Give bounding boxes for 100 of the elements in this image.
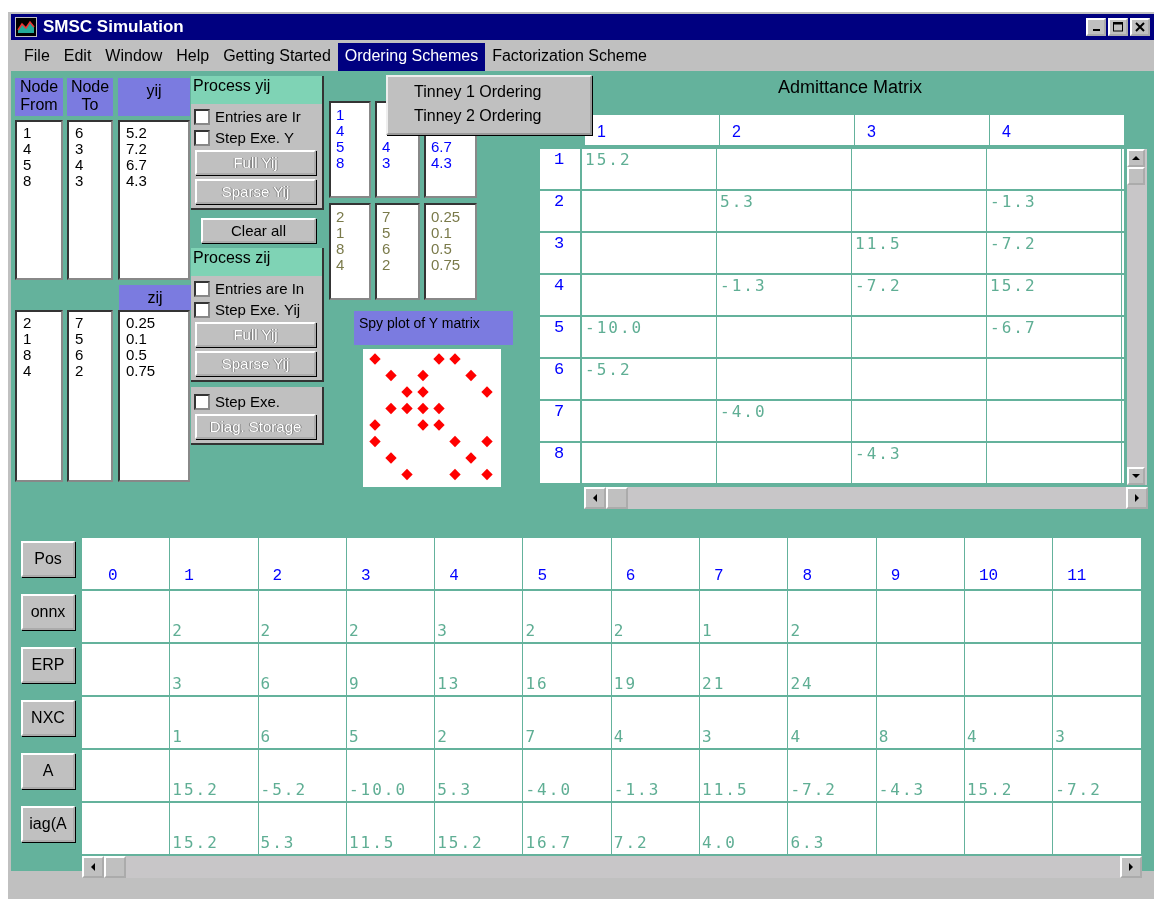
scrollbar-thumb[interactable] [104,856,126,878]
table-cell: 3 [172,674,184,693]
list-item: 0.1 [126,331,148,347]
table-cell: -4.0 [525,780,572,799]
plot-point [449,468,461,481]
list-item: 2 [23,315,33,331]
list-box[interactable]: 1 4 5 8 [329,101,371,198]
minimize-button[interactable] [1086,18,1106,36]
list-box[interactable]: 6 3 4 3 [67,120,113,280]
table-cell: 4 [790,727,802,746]
row-button[interactable]: A [21,753,75,789]
list-item: 4 [336,123,346,139]
list-box[interactable]: 7 5 6 2 [375,203,420,300]
scrollbar-thumb[interactable] [606,487,628,509]
column-header: 10 [977,567,999,587]
menu-item[interactable]: Getting Started [216,43,338,71]
checkbox[interactable] [194,280,210,297]
table-cell: -4.0 [720,402,767,421]
list-item: 5 [382,225,392,241]
menu-item[interactable]: File [17,43,57,71]
row-button[interactable]: iag(A [21,806,75,842]
column-header: Node To [67,78,113,116]
table-cell: 5 [348,727,361,746]
list-box[interactable]: 2 1 8 4 [15,310,63,482]
table-cell: 7.2 [613,833,649,852]
table-cell: 13 [437,674,461,693]
menu-item[interactable]: Factorization Scheme [485,43,654,71]
scroll-right-button[interactable] [1126,487,1148,509]
scroll-up-button[interactable] [1127,149,1145,167]
list-box[interactable]: 2 1 8 4 [329,203,371,300]
table-cell: 15.2 [172,833,219,852]
list-item: 0.75 [431,257,462,273]
checkbox[interactable] [194,108,210,125]
row-button[interactable]: onnx [21,594,75,630]
row-button[interactable]: ERP [21,647,75,683]
scroll-left-button[interactable] [584,487,606,509]
horizontal-scrollbar[interactable] [584,487,1148,509]
table-cell: 2 [613,621,626,640]
checkbox[interactable] [194,393,210,410]
plot-point [369,353,381,365]
table-cell: 1 [172,727,184,746]
list-item: 8 [23,173,33,189]
list-item: 4 [336,257,346,273]
list-box[interactable]: 7 5 6 2 [67,310,113,482]
plot-point [369,419,381,431]
list-item: 5 [336,139,346,155]
row-button[interactable]: Pos [21,541,75,577]
app-icon [15,17,37,37]
scroll-left-button[interactable] [82,856,104,878]
list-item: 3 [382,155,392,171]
list-box[interactable]: 0.25 0.1 0.5 0.75 [424,203,477,300]
list-item: 7.2 [126,141,148,157]
menu-item[interactable]: Help [169,43,217,71]
list-box[interactable]: 5.2 7.2 6.7 4.3 [118,120,190,280]
row-header: 4 [540,275,582,315]
list-box[interactable]: 0.25 0.1 0.5 0.75 [118,310,190,482]
scroll-right-button[interactable] [1120,856,1142,878]
checkbox[interactable] [194,129,210,146]
clear-all-button[interactable]: Clear all [201,218,316,243]
list-item: 2 [336,209,346,225]
column-header: 9 [889,567,901,587]
table-cell: 11.5 [348,833,396,852]
plot-point [465,369,477,382]
menu-item[interactable]: Edit [56,43,99,71]
table-cell: 15.2 [585,150,632,169]
list-item: 0.25 [431,209,462,225]
close-button[interactable] [1130,18,1150,36]
panel-title: Process yij [191,76,322,104]
list-item: 6 [382,241,392,257]
plot-point [401,386,413,398]
scroll-down-button[interactable] [1127,467,1145,485]
menu-item[interactable]: Ordering Schemes [337,43,486,71]
plot-point [481,386,493,398]
checkbox[interactable] [194,301,210,318]
table-cell: 8 [878,727,891,746]
maximize-button[interactable] [1108,18,1128,36]
table-cell: 21 [702,674,726,693]
row-header: 7 [540,401,582,441]
column-header: 1 [183,567,194,587]
column-header: 7 [713,567,724,587]
table-cell: 11.5 [702,780,749,799]
panel-title: Process zij [191,248,322,276]
horizontal-scrollbar[interactable] [82,856,1142,878]
column-header: 2 [271,567,283,587]
row-button[interactable]: NXC [21,700,75,736]
table-cell: 5.3 [720,192,755,211]
list-item: 4 [23,141,33,157]
list-item: 2 [75,363,85,379]
vertical-scrollbar[interactable] [1127,149,1147,485]
list-box[interactable]: 1 4 5 8 [15,120,63,280]
table-cell: 4 [613,727,626,746]
scrollbar-thumb[interactable] [1127,167,1145,185]
menu-item[interactable]: Window [98,43,170,71]
minimize-icon [1092,29,1100,31]
list-item: 4.3 [126,173,148,189]
table-cell: 6 [260,674,273,693]
plot-point [449,435,461,448]
table-cell: 1 [702,621,714,640]
plot-point [417,386,429,398]
table-cell: 3 [437,621,449,640]
